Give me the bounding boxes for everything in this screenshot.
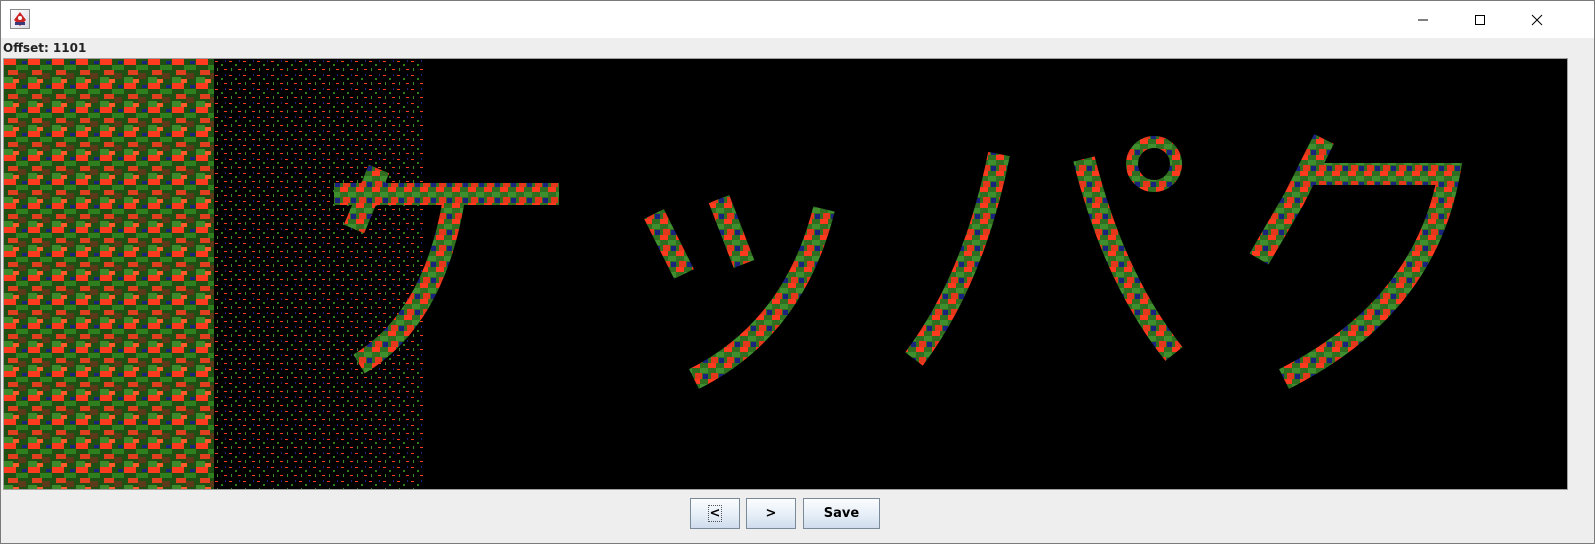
next-button[interactable]: > [746, 498, 796, 529]
previous-button[interactable]: < [690, 498, 740, 529]
title-bar[interactable] [1, 1, 1594, 38]
close-button[interactable] [1514, 1, 1560, 38]
app-window: Offset: 1101 < > Save [0, 0, 1595, 544]
maximize-button[interactable] [1457, 1, 1503, 38]
navigation-bar: < > Save [1, 491, 1594, 543]
offset-label: Offset: 1101 [3, 41, 87, 55]
image-viewport [3, 58, 1568, 490]
next-label: > [765, 506, 777, 521]
minimize-icon [1417, 14, 1429, 26]
java-app-icon [10, 9, 30, 29]
previous-label: < [707, 505, 723, 522]
minimize-button[interactable] [1400, 1, 1446, 38]
maximize-icon [1474, 14, 1486, 26]
rendered-image [4, 59, 1567, 489]
close-icon [1531, 14, 1543, 26]
save-button[interactable]: Save [803, 498, 880, 529]
save-label: Save [823, 506, 860, 521]
